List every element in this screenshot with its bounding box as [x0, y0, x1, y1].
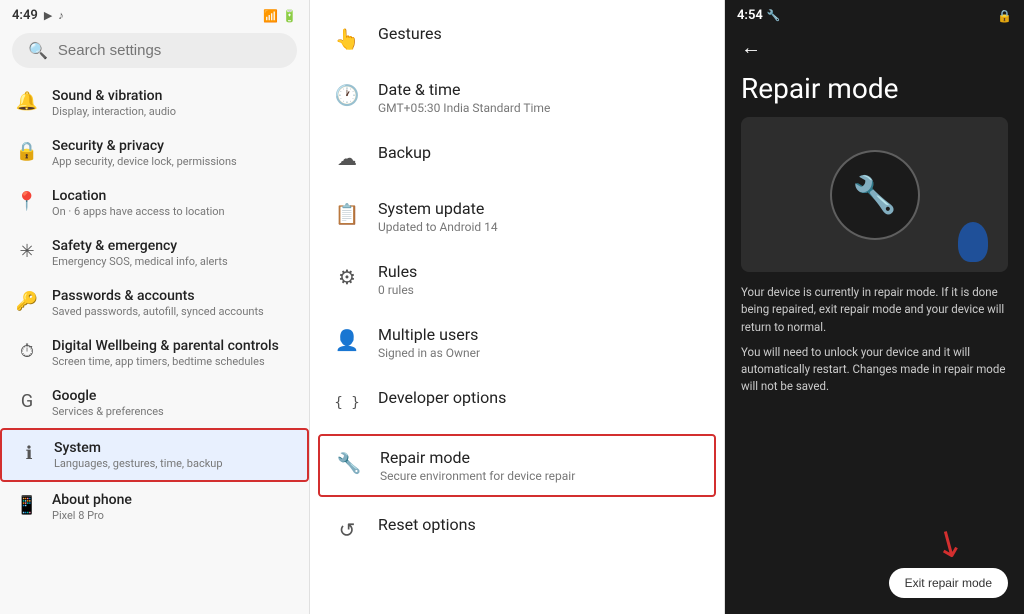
- sidebar-item-security[interactable]: 🔒 Security & privacy App security, devic…: [0, 128, 309, 178]
- location-icon: 📍: [16, 190, 38, 212]
- left-status-bar: 4:49 ▶ ♪ 📶 🔋: [0, 0, 309, 27]
- rules-middle-title: Rules: [378, 262, 417, 281]
- right-status-time: 4:54: [737, 8, 763, 23]
- middle-item-reset[interactable]: ↺ Reset options: [310, 501, 724, 557]
- right-description: Your device is currently in repair mode.…: [725, 272, 1024, 408]
- google-subtitle: Services & preferences: [52, 405, 164, 418]
- security-icon: 🔒: [16, 140, 38, 162]
- middle-item-repairmode[interactable]: 🔧 Repair mode Secure environment for dev…: [318, 434, 716, 497]
- sound-icon: 🔔: [16, 90, 38, 112]
- sidebar-item-google[interactable]: G Google Services & preferences: [0, 378, 309, 428]
- passwords-subtitle: Saved passwords, autofill, synced accoun…: [52, 305, 264, 318]
- sidebar-item-sound[interactable]: 🔔 Sound & vibration Display, interaction…: [0, 78, 309, 128]
- right-panel: 4:54 🔧 🔒 ← Repair mode 🔧 Your device is …: [725, 0, 1024, 614]
- wellbeing-icon: ⏱: [16, 340, 38, 362]
- gestures-middle-icon: 👆: [334, 26, 360, 52]
- arrow-indicator: ↘: [925, 517, 972, 568]
- middle-item-rules[interactable]: ⚙ Rules 0 rules: [310, 248, 724, 311]
- search-bar[interactable]: 🔍: [12, 33, 297, 68]
- repair-icon-circle: 🔧: [830, 150, 920, 240]
- exit-button-area: Exit repair mode: [889, 568, 1008, 598]
- security-subtitle: App security, device lock, permissions: [52, 155, 237, 168]
- repair-desc-1: Your device is currently in repair mode.…: [741, 284, 1008, 336]
- gestures-middle-title: Gestures: [378, 24, 442, 43]
- search-icon: 🔍: [28, 41, 48, 60]
- right-title: Repair mode: [725, 68, 1024, 117]
- sound-subtitle: Display, interaction, audio: [52, 105, 176, 118]
- repair-desc-2: You will need to unlock your device and …: [741, 344, 1008, 396]
- system-icon: ℹ: [18, 442, 40, 464]
- about-title: About phone: [52, 492, 132, 508]
- multiusers-middle-icon: 👤: [334, 327, 360, 353]
- rules-middle-icon: ⚙: [334, 264, 360, 290]
- repairmode-middle-icon: 🔧: [336, 450, 362, 476]
- security-title: Security & privacy: [52, 138, 237, 154]
- middle-item-gestures[interactable]: 👆 Gestures: [310, 10, 724, 66]
- repairmode-middle-subtitle: Secure environment for device repair: [380, 469, 575, 483]
- middle-panel: 👆 Gestures 🕐 Date & time GMT+05:30 India…: [310, 0, 725, 614]
- wellbeing-title: Digital Wellbeing & parental controls: [52, 338, 279, 354]
- safety-icon: ✳: [16, 240, 38, 262]
- reset-middle-title: Reset options: [378, 515, 476, 534]
- sidebar-item-about[interactable]: 📱 About phone Pixel 8 Pro: [0, 482, 309, 532]
- middle-item-backup[interactable]: ☁ Backup: [310, 129, 724, 185]
- left-status-icon-youtube: ▶: [44, 9, 52, 22]
- datetime-middle-icon: 🕐: [334, 82, 360, 108]
- safety-title: Safety & emergency: [52, 238, 228, 254]
- about-subtitle: Pixel 8 Pro: [52, 509, 132, 522]
- sidebar-item-safety[interactable]: ✳ Safety & emergency Emergency SOS, medi…: [0, 228, 309, 278]
- middle-list: 👆 Gestures 🕐 Date & time GMT+05:30 India…: [310, 10, 724, 614]
- passwords-title: Passwords & accounts: [52, 288, 264, 304]
- repairmode-middle-title: Repair mode: [380, 448, 575, 467]
- about-icon: 📱: [16, 494, 38, 516]
- wellbeing-subtitle: Screen time, app timers, bedtime schedul…: [52, 355, 279, 368]
- datetime-middle-subtitle: GMT+05:30 India Standard Time: [378, 101, 550, 115]
- backup-middle-icon: ☁: [334, 145, 360, 171]
- google-icon: G: [16, 390, 38, 412]
- search-input[interactable]: [58, 42, 281, 59]
- left-status-time: 4:49: [12, 8, 38, 23]
- right-lock-icon: 🔒: [997, 9, 1012, 23]
- developer-middle-icon: { }: [334, 390, 360, 416]
- right-status-bar: 4:54 🔧 🔒: [725, 0, 1024, 27]
- middle-item-multiusers[interactable]: 👤 Multiple users Signed in as Owner: [310, 311, 724, 374]
- passwords-icon: 🔑: [16, 290, 38, 312]
- wifi-icon: 📶: [263, 9, 278, 23]
- right-repair-icon: 🔧: [767, 9, 781, 22]
- battery-icon: 🔋: [282, 9, 297, 23]
- middle-item-datetime[interactable]: 🕐 Date & time GMT+05:30 India Standard T…: [310, 66, 724, 129]
- sysupdate-middle-icon: 📋: [334, 201, 360, 227]
- left-status-icon-music: ♪: [58, 9, 64, 22]
- exit-repair-mode-button[interactable]: Exit repair mode: [889, 568, 1008, 598]
- middle-item-sysupdate[interactable]: 📋 System update Updated to Android 14: [310, 185, 724, 248]
- sidebar-item-system[interactable]: ℹ System Languages, gestures, time, back…: [0, 428, 309, 482]
- settings-list: 🔔 Sound & vibration Display, interaction…: [0, 78, 309, 614]
- sysupdate-middle-subtitle: Updated to Android 14: [378, 220, 498, 234]
- datetime-middle-title: Date & time: [378, 80, 550, 99]
- sysupdate-middle-title: System update: [378, 199, 498, 218]
- google-title: Google: [52, 388, 164, 404]
- rules-middle-subtitle: 0 rules: [378, 283, 417, 297]
- sidebar-item-wellbeing[interactable]: ⏱ Digital Wellbeing & parental controls …: [0, 328, 309, 378]
- reset-middle-icon: ↺: [334, 517, 360, 543]
- system-title: System: [54, 440, 223, 456]
- multiusers-middle-subtitle: Signed in as Owner: [378, 346, 480, 360]
- middle-item-developer[interactable]: { } Developer options: [310, 374, 724, 430]
- left-panel: 4:49 ▶ ♪ 📶 🔋 🔍 🔔 Sound & vibration Displ…: [0, 0, 310, 614]
- repair-mode-image: 🔧: [741, 117, 1008, 272]
- back-button[interactable]: ←: [725, 27, 1024, 68]
- backup-middle-title: Backup: [378, 143, 431, 162]
- sidebar-item-passwords[interactable]: 🔑 Passwords & accounts Saved passwords, …: [0, 278, 309, 328]
- location-subtitle: On · 6 apps have access to location: [52, 205, 225, 218]
- multiusers-middle-title: Multiple users: [378, 325, 480, 344]
- system-subtitle: Languages, gestures, time, backup: [54, 457, 223, 470]
- wrench-tools-icon: 🔧: [852, 174, 897, 216]
- developer-middle-title: Developer options: [378, 388, 506, 407]
- location-title: Location: [52, 188, 225, 204]
- sidebar-item-location[interactable]: 📍 Location On · 6 apps have access to lo…: [0, 178, 309, 228]
- safety-subtitle: Emergency SOS, medical info, alerts: [52, 255, 228, 268]
- sound-title: Sound & vibration: [52, 88, 176, 104]
